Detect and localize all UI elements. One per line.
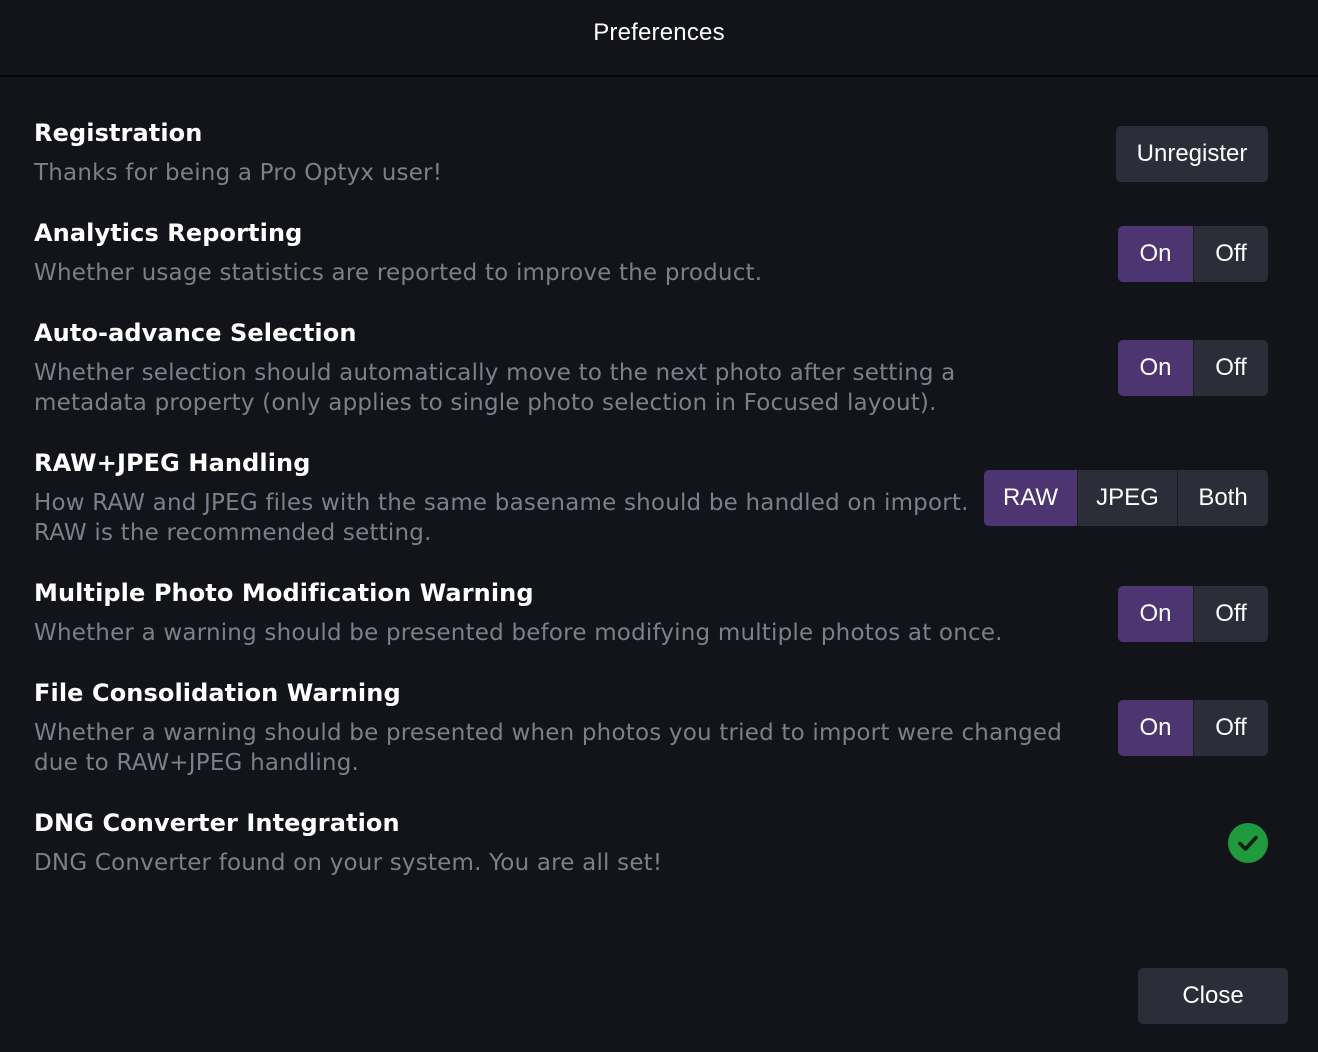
auto-advance-toggle: On Off: [1118, 340, 1268, 396]
jpeg-option[interactable]: JPEG: [1077, 470, 1177, 526]
checkmark-icon: [1238, 835, 1258, 851]
checkmark-circle-icon: [1228, 823, 1268, 863]
setting-multiple-photo-warning: Multiple Photo Modification Warning Whet…: [34, 578, 1268, 648]
setting-description: Whether usage statistics are reported to…: [34, 260, 763, 286]
multiple-photo-warning-on-option[interactable]: On: [1118, 586, 1193, 642]
setting-description: How RAW and JPEG files with the same bas…: [34, 490, 969, 546]
preferences-window: Preferences Registration Thanks for bein…: [0, 0, 1318, 1052]
close-button[interactable]: Close: [1138, 968, 1288, 1024]
setting-title: Analytics Reporting: [34, 219, 303, 247]
setting-title: DNG Converter Integration: [34, 809, 400, 837]
title-bar: Preferences: [0, 0, 1318, 77]
setting-title: Multiple Photo Modification Warning: [34, 579, 534, 607]
setting-description: DNG Converter found on your system. You …: [34, 850, 663, 876]
setting-description: Thanks for being a Pro Optyx user!: [34, 160, 443, 186]
raw-option[interactable]: RAW: [984, 470, 1077, 526]
setting-title: File Consolidation Warning: [34, 679, 401, 707]
window-title: Preferences: [593, 18, 725, 46]
setting-description: Whether a warning should be presented be…: [34, 620, 1003, 646]
setting-description: Whether selection should automatically m…: [34, 360, 956, 416]
multiple-photo-warning-toggle: On Off: [1118, 586, 1268, 642]
file-consolidation-off-option[interactable]: Off: [1193, 700, 1268, 756]
setting-dng-converter-integration: DNG Converter Integration DNG Converter …: [34, 808, 1268, 878]
unregister-button[interactable]: Unregister: [1116, 126, 1268, 182]
setting-auto-advance-selection: Auto-advance Selection Whether selection…: [34, 318, 1268, 418]
analytics-on-option[interactable]: On: [1118, 226, 1193, 282]
setting-title: Registration: [34, 119, 203, 147]
file-consolidation-toggle: On Off: [1118, 700, 1268, 756]
setting-analytics-reporting: Analytics Reporting Whether usage statis…: [34, 218, 1268, 288]
setting-title: Auto-advance Selection: [34, 319, 357, 347]
setting-file-consolidation-warning: File Consolidation Warning Whether a war…: [34, 678, 1268, 778]
analytics-toggle: On Off: [1118, 226, 1268, 282]
auto-advance-on-option[interactable]: On: [1118, 340, 1193, 396]
file-consolidation-on-option[interactable]: On: [1118, 700, 1193, 756]
both-option[interactable]: Both: [1177, 470, 1268, 526]
analytics-off-option[interactable]: Off: [1193, 226, 1268, 282]
raw-jpeg-selector: RAW JPEG Both: [984, 470, 1268, 526]
multiple-photo-warning-off-option[interactable]: Off: [1193, 586, 1268, 642]
auto-advance-off-option[interactable]: Off: [1193, 340, 1268, 396]
setting-description: Whether a warning should be presented wh…: [34, 720, 1063, 776]
setting-registration: Registration Thanks for being a Pro Opty…: [34, 118, 1268, 188]
